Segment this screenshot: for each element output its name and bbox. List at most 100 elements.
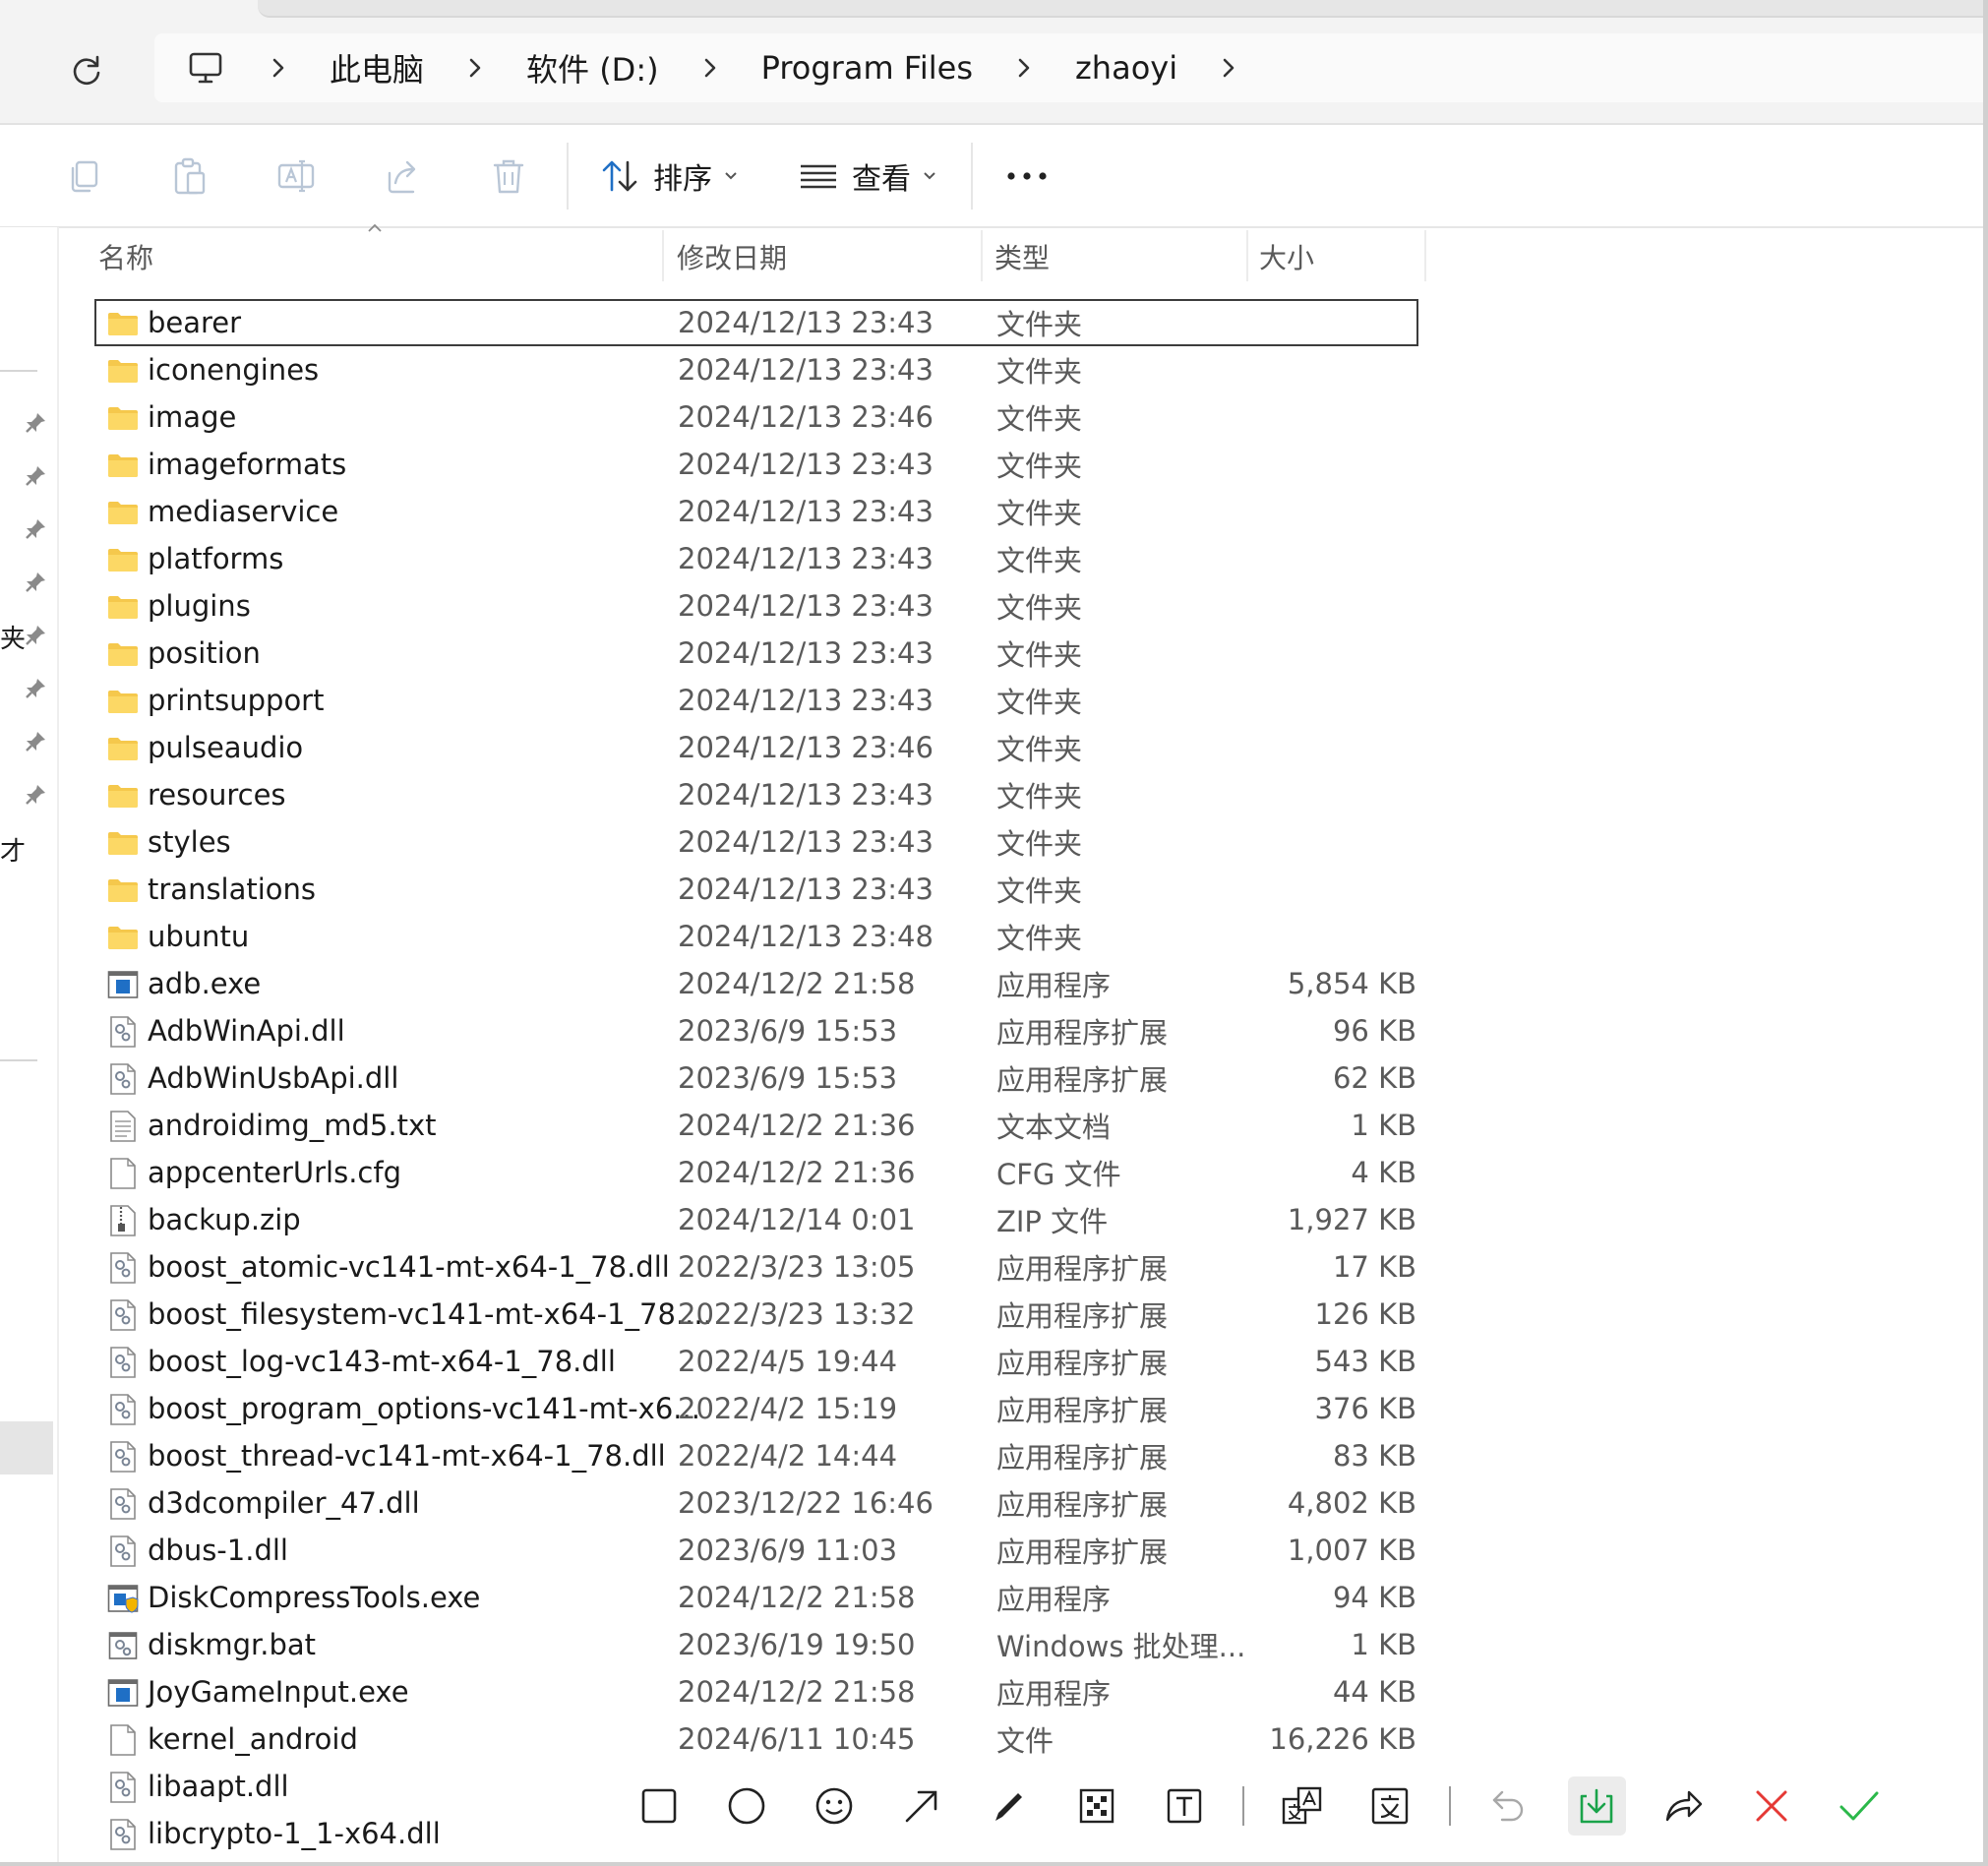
column-header-name[interactable]: 名称 <box>98 228 153 285</box>
text-tool-button[interactable] <box>1155 1776 1213 1836</box>
file-size: 5,854 KB <box>1287 967 1416 1000</box>
file-row[interactable]: boost_thread-vc141-mt-x64-1_78.dll 2022/4… <box>94 1432 1418 1479</box>
file-row[interactable]: platforms 2024/12/13 23:43 文件夹 <box>94 535 1418 582</box>
column-header-size[interactable]: 大小 <box>1259 228 1314 285</box>
file-name: bearer <box>148 306 242 339</box>
file-date: 2023/6/9 11:03 <box>678 1534 898 1567</box>
breadcrumb-item-drive-d[interactable]: 软件 (D:) <box>520 45 665 90</box>
pin-icon[interactable] <box>22 462 49 490</box>
file-row[interactable]: dbus-1.dll 2023/6/9 11:03 应用程序扩展 1,007 KB <box>94 1527 1418 1574</box>
file-row[interactable]: boost_program_options-vc141-mt-x6... 2022… <box>94 1385 1418 1432</box>
save-download-button[interactable] <box>1567 1776 1626 1836</box>
file-size: 1,007 KB <box>1287 1534 1416 1567</box>
file-row[interactable]: styles 2024/12/13 23:43 文件夹 <box>94 818 1418 866</box>
nav-item-label-fragment[interactable]: 才 <box>0 831 26 868</box>
translate-tool-button[interactable] <box>1274 1776 1332 1836</box>
chevron-right-icon[interactable] <box>689 46 732 90</box>
pin-icon[interactable] <box>22 409 49 437</box>
file-row[interactable]: DiskCompressTools.exe 2024/12/2 21:58 应用程序… <box>94 1574 1418 1621</box>
file-row[interactable]: pulseaudio 2024/12/13 23:46 文件夹 <box>94 724 1418 771</box>
file-type: 文件夹 <box>996 355 1083 389</box>
chevron-right-icon[interactable] <box>1207 46 1250 90</box>
pin-icon[interactable] <box>22 781 49 809</box>
file-row[interactable]: boost_filesystem-vc141-mt-x64-1_78.... 20… <box>94 1291 1418 1338</box>
pin-icon[interactable] <box>22 515 49 543</box>
chevron-right-icon[interactable] <box>257 46 300 90</box>
delete-button[interactable] <box>483 150 534 202</box>
paste-button[interactable] <box>164 150 215 202</box>
column-resize-handle[interactable] <box>981 230 983 281</box>
chevron-right-icon[interactable] <box>453 46 497 90</box>
pin-icon[interactable] <box>22 569 49 596</box>
file-row[interactable]: image 2024/12/13 23:46 文件夹 <box>94 393 1418 441</box>
file-row[interactable]: translations 2024/12/13 23:43 文件夹 <box>94 866 1418 913</box>
file-date: 2024/12/13 23:48 <box>678 920 934 953</box>
file-row[interactable]: androidimg_md5.txt 2024/12/2 21:36 文本文档 1 K… <box>94 1102 1418 1149</box>
share-forward-button[interactable] <box>1656 1776 1714 1836</box>
chevron-right-icon[interactable] <box>1002 46 1046 90</box>
undo-button[interactable] <box>1480 1776 1538 1836</box>
column-header-date[interactable]: 修改日期 <box>677 228 787 285</box>
more-icon <box>1007 172 1047 180</box>
pen-tool-button[interactable] <box>980 1776 1038 1836</box>
column-resize-handle[interactable] <box>1424 230 1426 281</box>
file-row[interactable]: iconengines 2024/12/13 23:43 文件夹 <box>94 346 1418 393</box>
file-row[interactable]: imageformats 2024/12/13 23:43 文件夹 <box>94 441 1418 488</box>
file-row[interactable]: mediaservice 2024/12/13 23:43 文件夹 <box>94 488 1418 535</box>
breadcrumb-item-program-files[interactable]: Program Files <box>755 49 979 87</box>
file-row[interactable]: boost_log-vc143-mt-x64-1_78.dll 2022/4/5 … <box>94 1338 1418 1385</box>
view-menu-button[interactable]: 查看 <box>799 150 936 202</box>
file-size: 4,802 KB <box>1287 1486 1416 1520</box>
mosaic-tool-button[interactable] <box>1067 1776 1125 1836</box>
file-row[interactable]: backup.zip 2024/12/14 0:01 ZIP 文件 1,927 KB <box>94 1196 1418 1243</box>
confirm-button[interactable] <box>1831 1776 1889 1836</box>
file-row[interactable]: position 2024/12/13 23:43 文件夹 <box>94 630 1418 677</box>
file-size: 62 KB <box>1332 1061 1416 1095</box>
file-row[interactable]: resources 2024/12/13 23:43 文件夹 <box>94 771 1418 818</box>
more-options-button[interactable] <box>1001 150 1053 202</box>
breadcrumb[interactable]: 此电脑 软件 (D:) Program Files zhaoyi <box>154 33 1988 102</box>
file-row[interactable]: adb.exe 2024/12/2 21:58 应用程序 5,854 KB <box>94 960 1418 1007</box>
column-resize-handle[interactable] <box>1246 230 1248 281</box>
pin-icon[interactable] <box>22 728 49 755</box>
share-button[interactable] <box>378 150 429 202</box>
file-row[interactable]: diskmgr.bat 2023/6/19 19:50 Windows 批处理...… <box>94 1621 1418 1668</box>
file-row[interactable]: boost_atomic-vc141-mt-x64-1_78.dll 2022/3… <box>94 1243 1418 1291</box>
exe-icon <box>106 1676 140 1710</box>
list-view-icon <box>801 164 836 189</box>
file-type: 文件 <box>996 1724 1054 1758</box>
dll-icon <box>106 1771 140 1804</box>
file-row[interactable]: JoyGameInput.exe 2024/12/2 21:58 应用程序 44 KB <box>94 1668 1418 1716</box>
file-row[interactable]: d3dcompiler_47.dll 2023/12/22 16:46 应用程序扩展… <box>94 1479 1418 1527</box>
breadcrumb-item-zhaoyi[interactable]: zhaoyi <box>1069 49 1183 87</box>
cancel-button[interactable] <box>1743 1776 1801 1836</box>
arrow-tool-button[interactable] <box>892 1776 950 1836</box>
file-row[interactable]: bearer 2024/12/13 23:43 文件夹 <box>94 299 1418 346</box>
file-row[interactable]: ubuntu 2024/12/13 23:48 文件夹 <box>94 913 1418 960</box>
rectangle-tool-button[interactable] <box>630 1776 688 1836</box>
nav-item-selected[interactable] <box>0 1421 53 1475</box>
ellipse-tool-button[interactable] <box>717 1776 775 1836</box>
file-row[interactable]: AdbWinApi.dll 2023/6/9 15:53 应用程序扩展 96 KB <box>94 1007 1418 1054</box>
pin-icon[interactable] <box>22 622 49 649</box>
file-row[interactable]: AdbWinUsbApi.dll 2023/6/9 15:53 应用程序扩展 62 K… <box>94 1054 1418 1102</box>
file-name: printsupport <box>148 684 325 717</box>
file-date: 2024/12/13 23:43 <box>678 778 934 812</box>
file-row[interactable]: plugins 2024/12/13 23:43 文件夹 <box>94 582 1418 630</box>
pin-icon[interactable] <box>22 675 49 702</box>
ocr-text-tool-button[interactable] <box>1361 1776 1419 1836</box>
sort-menu-button[interactable]: 排序 <box>600 150 738 202</box>
file-row[interactable]: printsupport 2024/12/13 23:43 文件夹 <box>94 677 1418 724</box>
column-header-type[interactable]: 类型 <box>994 228 1050 285</box>
rename-button[interactable] <box>271 150 322 202</box>
folder-icon <box>106 685 140 718</box>
copy-button[interactable] <box>59 150 110 202</box>
column-resize-handle[interactable] <box>662 230 664 281</box>
file-row[interactable]: appcenterUrls.cfg 2024/12/2 21:36 CFG 文件 4 … <box>94 1149 1418 1196</box>
emoji-tool-button[interactable] <box>805 1776 863 1836</box>
this-pc-icon[interactable] <box>178 40 233 95</box>
breadcrumb-item-this-pc[interactable]: 此电脑 <box>324 45 430 90</box>
file-row[interactable]: kernel_android 2024/6/11 10:45 文件 16,226 KB <box>94 1716 1418 1763</box>
refresh-button[interactable] <box>61 47 112 94</box>
file-date: 2024/12/2 21:36 <box>678 1156 916 1189</box>
